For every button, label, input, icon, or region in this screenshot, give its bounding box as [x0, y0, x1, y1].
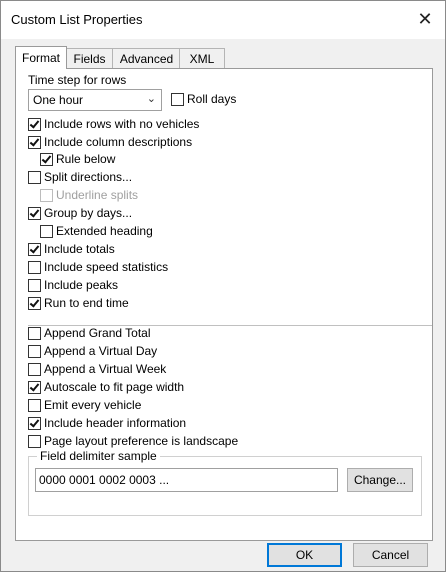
field-delimiter-group: Field delimiter sample 0000 0001 0002 00… [28, 449, 422, 516]
checkbox-box [28, 117, 41, 131]
checkbox-box [28, 242, 41, 256]
roll-days-label: Roll days [187, 92, 237, 106]
roll-days-box [171, 92, 184, 106]
checkbox-box [28, 326, 41, 340]
time-step-value: One hour [33, 93, 84, 107]
underline-splits-checkbox: Underline splits [40, 187, 138, 203]
include-column-descriptions-checkbox[interactable]: Include column descriptions [28, 134, 192, 150]
field-delimiter-sample-value: 0000 0001 0002 0003 ... [39, 473, 170, 487]
checkbox-label: Append a Virtual Day [44, 344, 158, 358]
checkbox-box [28, 260, 41, 274]
dialog-title: Custom List Properties [11, 12, 143, 27]
checkbox-label: Include column descriptions [44, 135, 193, 149]
append-virtual-week-checkbox[interactable]: Append a Virtual Week [28, 361, 166, 377]
checkbox-label: Rule below [56, 152, 116, 166]
checkbox-box [28, 398, 41, 412]
checkbox-box [40, 224, 53, 238]
checkbox-box [28, 278, 41, 292]
tab-xml[interactable]: XML [179, 48, 225, 68]
checkbox-label: Include totals [44, 242, 115, 256]
roll-days-checkbox[interactable]: Roll days [171, 91, 236, 107]
checkbox-box [28, 296, 41, 310]
cancel-button[interactable]: Cancel [353, 543, 428, 567]
checkbox-label: Run to end time [44, 296, 129, 310]
custom-list-properties-dialog: Custom List Properties ✕ Format Fields A… [0, 0, 446, 572]
chevron-down-icon: ⌄ [146, 93, 156, 105]
autoscale-checkbox[interactable]: Autoscale to fit page width [28, 379, 184, 395]
title-bar: Custom List Properties ✕ [1, 1, 445, 39]
split-directions-checkbox[interactable]: Split directions... [28, 169, 132, 185]
checkbox-label: Append Grand Total [44, 326, 151, 340]
checkbox-label: Extended heading [56, 224, 153, 238]
checkbox-label: Include speed statistics [44, 260, 169, 274]
include-header-information-checkbox[interactable]: Include header information [28, 415, 186, 431]
field-delimiter-title: Field delimiter sample [37, 449, 160, 463]
ok-button[interactable]: OK [267, 543, 342, 567]
checkbox-box [28, 170, 41, 184]
time-step-label: Time step for rows [28, 73, 127, 87]
checkbox-box [28, 416, 41, 430]
run-to-end-time-checkbox[interactable]: Run to end time [28, 295, 129, 311]
tab-format[interactable]: Format [15, 46, 67, 69]
checkbox-label: Include peaks [44, 278, 119, 292]
format-tab-panel: Time step for rows One hour ⌄ Roll days … [15, 68, 433, 541]
checkbox-label: Include header information [44, 416, 187, 430]
change-delimiter-button[interactable]: Change... [347, 468, 413, 492]
include-rows-no-vehicles-checkbox[interactable]: Include rows with no vehicles [28, 116, 199, 132]
rule-below-checkbox[interactable]: Rule below [40, 151, 115, 167]
checkbox-box [28, 135, 41, 149]
checkbox-label: Underline splits [56, 188, 139, 202]
checkbox-label: Append a Virtual Week [44, 362, 167, 376]
include-totals-checkbox[interactable]: Include totals [28, 241, 115, 257]
group-by-days-checkbox[interactable]: Group by days... [28, 205, 132, 221]
checkbox-label: Split directions... [44, 170, 133, 184]
landscape-checkbox[interactable]: Page layout preference is landscape [28, 433, 238, 449]
checkbox-box [28, 362, 41, 376]
emit-every-vehicle-checkbox[interactable]: Emit every vehicle [28, 397, 141, 413]
checkbox-label: Emit every vehicle [44, 398, 142, 412]
include-peaks-checkbox[interactable]: Include peaks [28, 277, 118, 293]
append-grand-total-checkbox[interactable]: Append Grand Total [28, 325, 151, 341]
checkbox-box [28, 380, 41, 394]
checkbox-box [28, 434, 41, 448]
checkbox-label: Include rows with no vehicles [44, 117, 200, 131]
checkbox-box [28, 206, 41, 220]
checkbox-box [40, 152, 53, 166]
field-delimiter-sample-field: 0000 0001 0002 0003 ... [35, 468, 338, 492]
checkbox-label: Page layout preference is landscape [44, 434, 239, 448]
extended-heading-checkbox[interactable]: Extended heading [40, 223, 153, 239]
checkbox-label: Group by days... [44, 206, 133, 220]
time-step-select[interactable]: One hour ⌄ [28, 89, 162, 111]
tab-advanced[interactable]: Advanced [112, 48, 181, 68]
tab-fields[interactable]: Fields [65, 48, 114, 68]
include-speed-statistics-checkbox[interactable]: Include speed statistics [28, 259, 168, 275]
checkbox-box [28, 344, 41, 358]
append-virtual-day-checkbox[interactable]: Append a Virtual Day [28, 343, 157, 359]
checkbox-box [40, 188, 53, 202]
checkbox-label: Autoscale to fit page width [44, 380, 185, 394]
close-icon[interactable]: ✕ [411, 5, 439, 33]
